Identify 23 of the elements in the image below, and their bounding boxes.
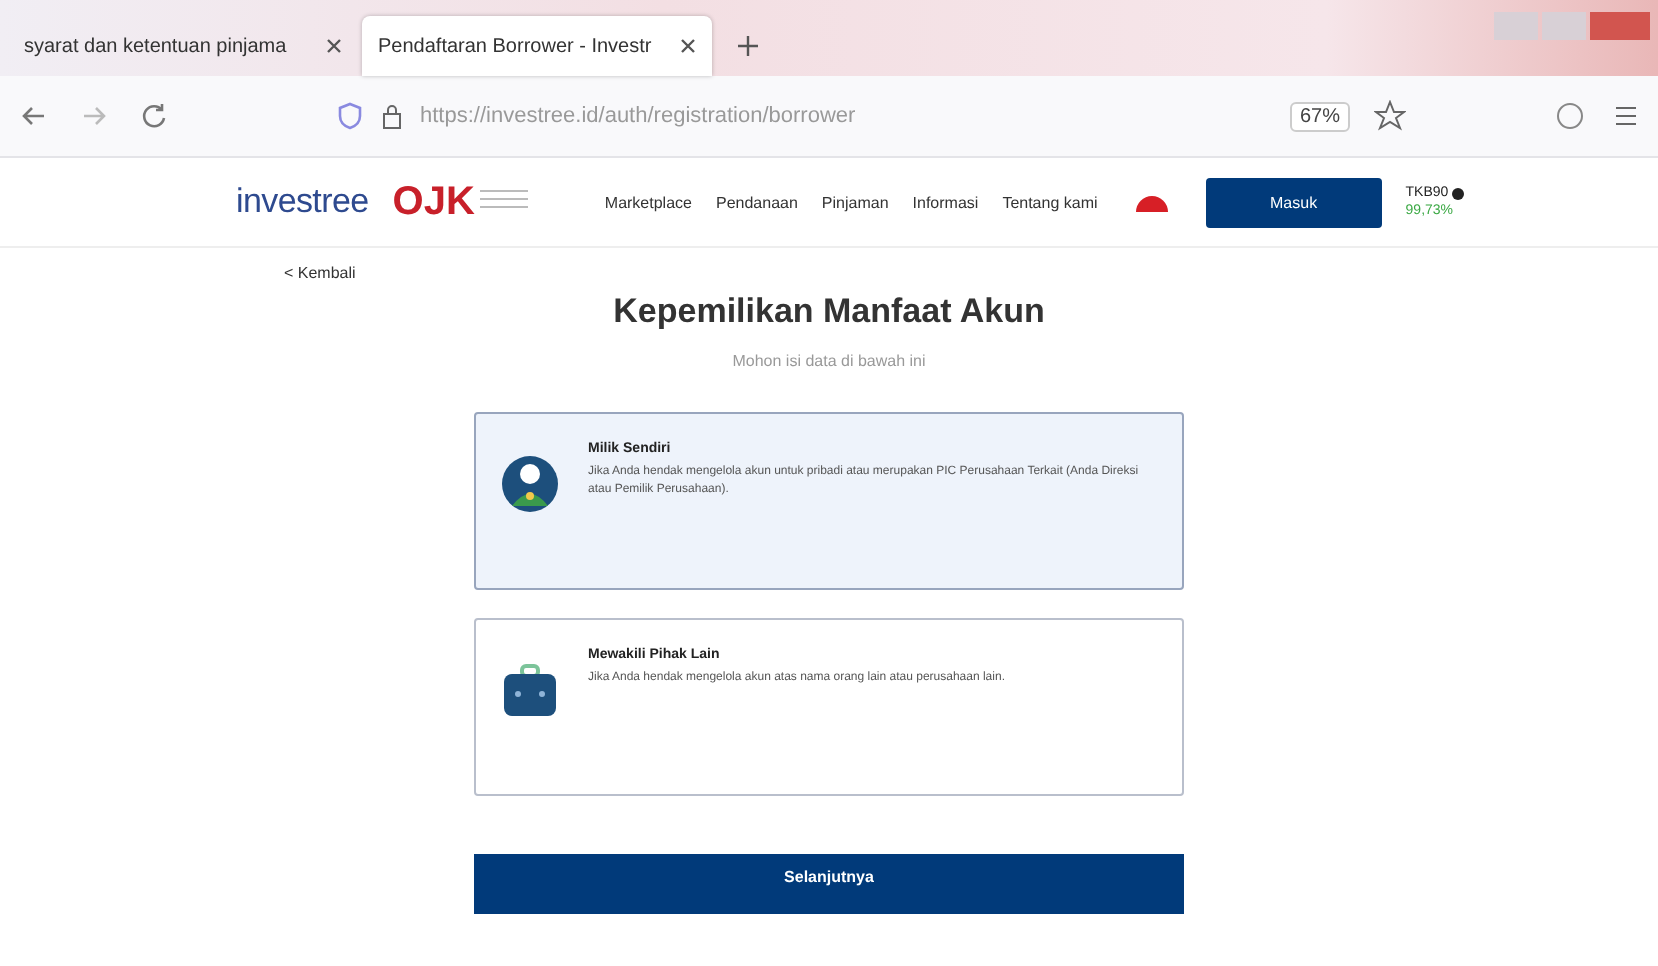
browser-tab[interactable]: syarat dan ketentuan pinjama	[8, 16, 358, 76]
page-title: Kepemilikan Manfaat Akun	[613, 292, 1045, 332]
lock-icon	[380, 102, 404, 130]
back-link[interactable]: < Kembali	[284, 264, 356, 282]
logo[interactable]: investree	[236, 182, 369, 222]
nav-link[interactable]: Informasi	[912, 193, 979, 211]
close-icon[interactable]	[326, 38, 342, 54]
star-icon[interactable]	[1374, 100, 1406, 132]
zoom-level[interactable]: 67%	[1289, 101, 1350, 131]
new-tab-icon[interactable]	[736, 34, 760, 58]
close-icon[interactable]	[680, 38, 696, 54]
nav-link[interactable]: Pinjaman	[821, 193, 889, 211]
nav-link[interactable]: Tentang kami	[1002, 193, 1098, 211]
login-button[interactable]: Masuk	[1205, 177, 1382, 227]
person-icon	[500, 454, 560, 514]
flag-icon[interactable]	[1133, 192, 1170, 212]
nav-link[interactable]: Pendanaan	[715, 193, 798, 211]
page-subtitle: Mohon isi data di bawah ini	[732, 352, 926, 370]
regulator-logo: OJK	[392, 179, 475, 225]
next-button[interactable]: Selanjutnya	[474, 854, 1184, 914]
nav-link[interactable]: Marketplace	[604, 193, 692, 211]
browser-tab[interactable]: Pendaftaran Borrower - Investr	[362, 16, 712, 76]
briefcase-icon	[500, 660, 560, 720]
